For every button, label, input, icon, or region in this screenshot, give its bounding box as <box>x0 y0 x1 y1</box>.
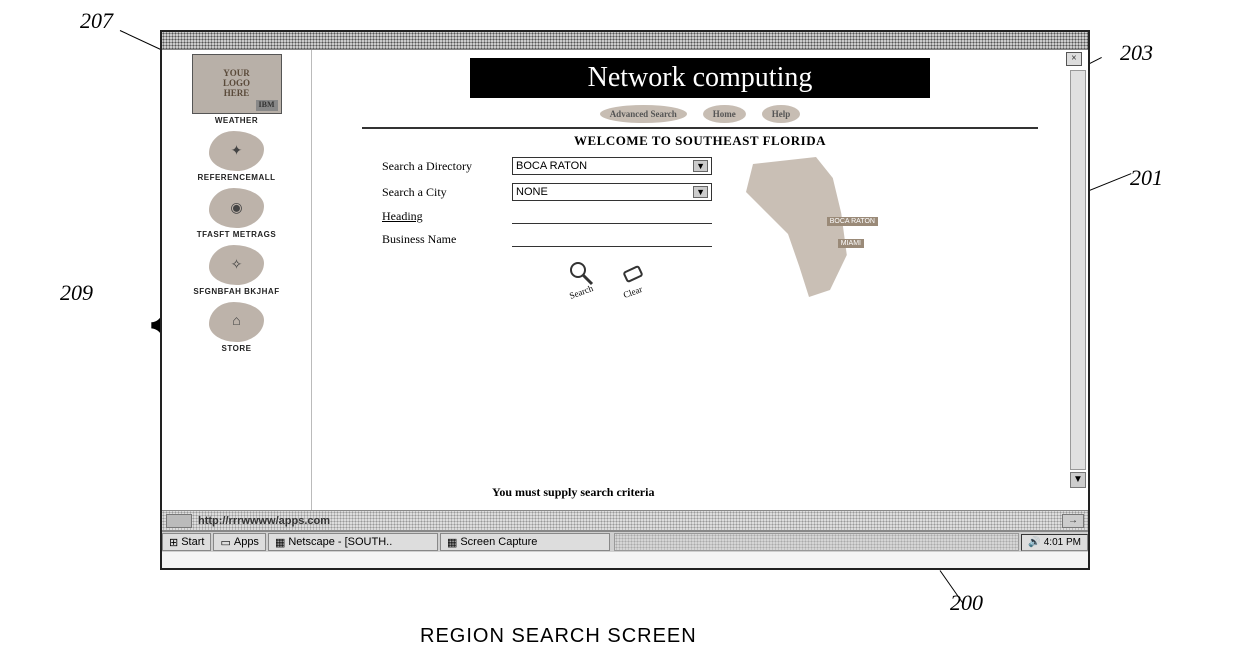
annotation-207: 207 <box>80 8 113 34</box>
sidebar-item-label: TFASFT METRAGS <box>197 230 276 239</box>
store-icon: ⌂ <box>209 302 264 342</box>
windows-icon: ⊞ <box>169 536 178 549</box>
close-button[interactable]: × <box>1066 52 1082 66</box>
sidebar-item-label: SFGNBFAH BKJHAF <box>193 287 279 296</box>
go-button[interactable]: → <box>1062 514 1084 528</box>
label-heading: Heading <box>382 209 512 224</box>
folder-icon: ▭ <box>220 536 230 549</box>
hint-text: You must supply search criteria <box>492 485 654 500</box>
start-label: Start <box>181 536 204 548</box>
taskbar-app-apps[interactable]: ▭ Apps <box>213 533 265 551</box>
florida-shape-icon <box>732 157 872 297</box>
eraser-icon <box>619 259 647 287</box>
app-icon: ▦ <box>275 536 285 549</box>
logo-ibm-tag: IBM <box>256 100 278 111</box>
select-city-value: NONE <box>516 186 548 198</box>
map-label-boca[interactable]: BOCA RATON <box>827 217 878 226</box>
address-bar: http://rrrwwww/apps.com → <box>162 510 1088 530</box>
logo-line: HERE <box>224 89 250 99</box>
select-city[interactable]: NONE ▼ <box>512 183 712 201</box>
search-form: Search a Directory BOCA RATON ▼ Search a… <box>382 157 712 247</box>
sidebar-item-label: WEATHER <box>215 116 258 125</box>
taskbar-app-screencapture[interactable]: ▦ Screen Capture <box>440 533 610 551</box>
chevron-down-icon: ▼ <box>693 186 708 198</box>
sidebar-item-referencemall[interactable]: ✦ REFERENCEMALL <box>197 131 275 182</box>
page-banner: Network computing <box>470 58 930 98</box>
annotation-209: 209 <box>60 280 93 306</box>
figure-caption: REGION SEARCH SCREEN <box>420 625 697 648</box>
pill-advanced-search[interactable]: Advanced Search <box>600 105 687 123</box>
app-icon: ▦ <box>447 536 457 549</box>
sidebar-item-logo[interactable]: YOUR LOGO HERE IBM WEATHER <box>192 54 282 125</box>
clock-time: 4:01 PM <box>1044 537 1081 548</box>
start-button[interactable]: ⊞ Start <box>162 533 211 551</box>
sidebar: YOUR LOGO HERE IBM WEATHER ✦ REFERENCEMA… <box>162 50 312 510</box>
scroll-down-button[interactable]: ▼ <box>1070 472 1086 488</box>
chevron-down-icon: ▼ <box>693 160 708 172</box>
taskbar-app-label: Apps <box>234 536 259 548</box>
select-directory-value: BOCA RATON <box>516 160 587 172</box>
window-titlebar[interactable] <box>162 32 1088 50</box>
taskbar-app-label: Screen Capture <box>460 536 537 548</box>
welcome-heading: WELCOME TO SOUTHEAST FLORIDA <box>322 133 1078 149</box>
label-directory: Search a Directory <box>382 159 512 174</box>
taskbar: ⊞ Start ▭ Apps ▦ Netscape - [SOUTH.. ▦ S… <box>162 530 1088 552</box>
sidebar-item-metrags[interactable]: ◉ TFASFT METRAGS <box>197 188 276 239</box>
map-label-miami[interactable]: MIAMI <box>838 239 864 248</box>
action-buttons: Search Clear <box>502 259 712 297</box>
main-content: × Network computing Advanced Search Home… <box>312 50 1088 510</box>
label-business-name: Business Name <box>382 232 512 247</box>
taskbar-spacer <box>614 533 1019 551</box>
search-button[interactable]: Search <box>567 259 595 297</box>
vertical-scrollbar[interactable] <box>1070 70 1086 470</box>
pill-help[interactable]: Help <box>762 105 801 123</box>
sidebar-item-store[interactable]: ⌂ STORE <box>209 302 264 353</box>
book-icon: ✦ <box>209 131 264 171</box>
star-icon: ✧ <box>209 245 264 285</box>
pill-home[interactable]: Home <box>703 105 746 123</box>
address-url[interactable]: http://rrrwwww/apps.com <box>198 515 330 527</box>
blob-icon: ◉ <box>209 188 264 228</box>
app-window: YOUR LOGO HERE IBM WEATHER ✦ REFERENCEMA… <box>160 30 1090 570</box>
annotation-203: 203 <box>1120 40 1153 66</box>
input-business-name[interactable] <box>512 233 712 247</box>
sidebar-item-bkjhaf[interactable]: ✧ SFGNBFAH BKJHAF <box>193 245 279 296</box>
input-heading[interactable] <box>512 210 712 224</box>
nav-pills: Advanced Search Home Help <box>322 104 1078 123</box>
region-map[interactable]: BOCA RATON MIAMI <box>732 157 872 297</box>
system-tray-clock[interactable]: 🔊 4:01 PM <box>1021 534 1088 551</box>
speaker-icon: 🔊 <box>1028 537 1040 548</box>
taskbar-app-label: Netscape - [SOUTH.. <box>288 536 392 548</box>
clear-button[interactable]: Clear <box>619 259 647 297</box>
divider <box>362 127 1038 129</box>
sidebar-item-label: STORE <box>222 344 252 353</box>
netscape-icon[interactable] <box>166 514 192 528</box>
annotation-201: 201 <box>1130 165 1163 191</box>
logo-placeholder: YOUR LOGO HERE IBM <box>192 54 282 114</box>
select-directory[interactable]: BOCA RATON ▼ <box>512 157 712 175</box>
taskbar-app-netscape[interactable]: ▦ Netscape - [SOUTH.. <box>268 533 438 551</box>
sidebar-item-label: REFERENCEMALL <box>197 173 275 182</box>
label-city: Search a City <box>382 185 512 200</box>
